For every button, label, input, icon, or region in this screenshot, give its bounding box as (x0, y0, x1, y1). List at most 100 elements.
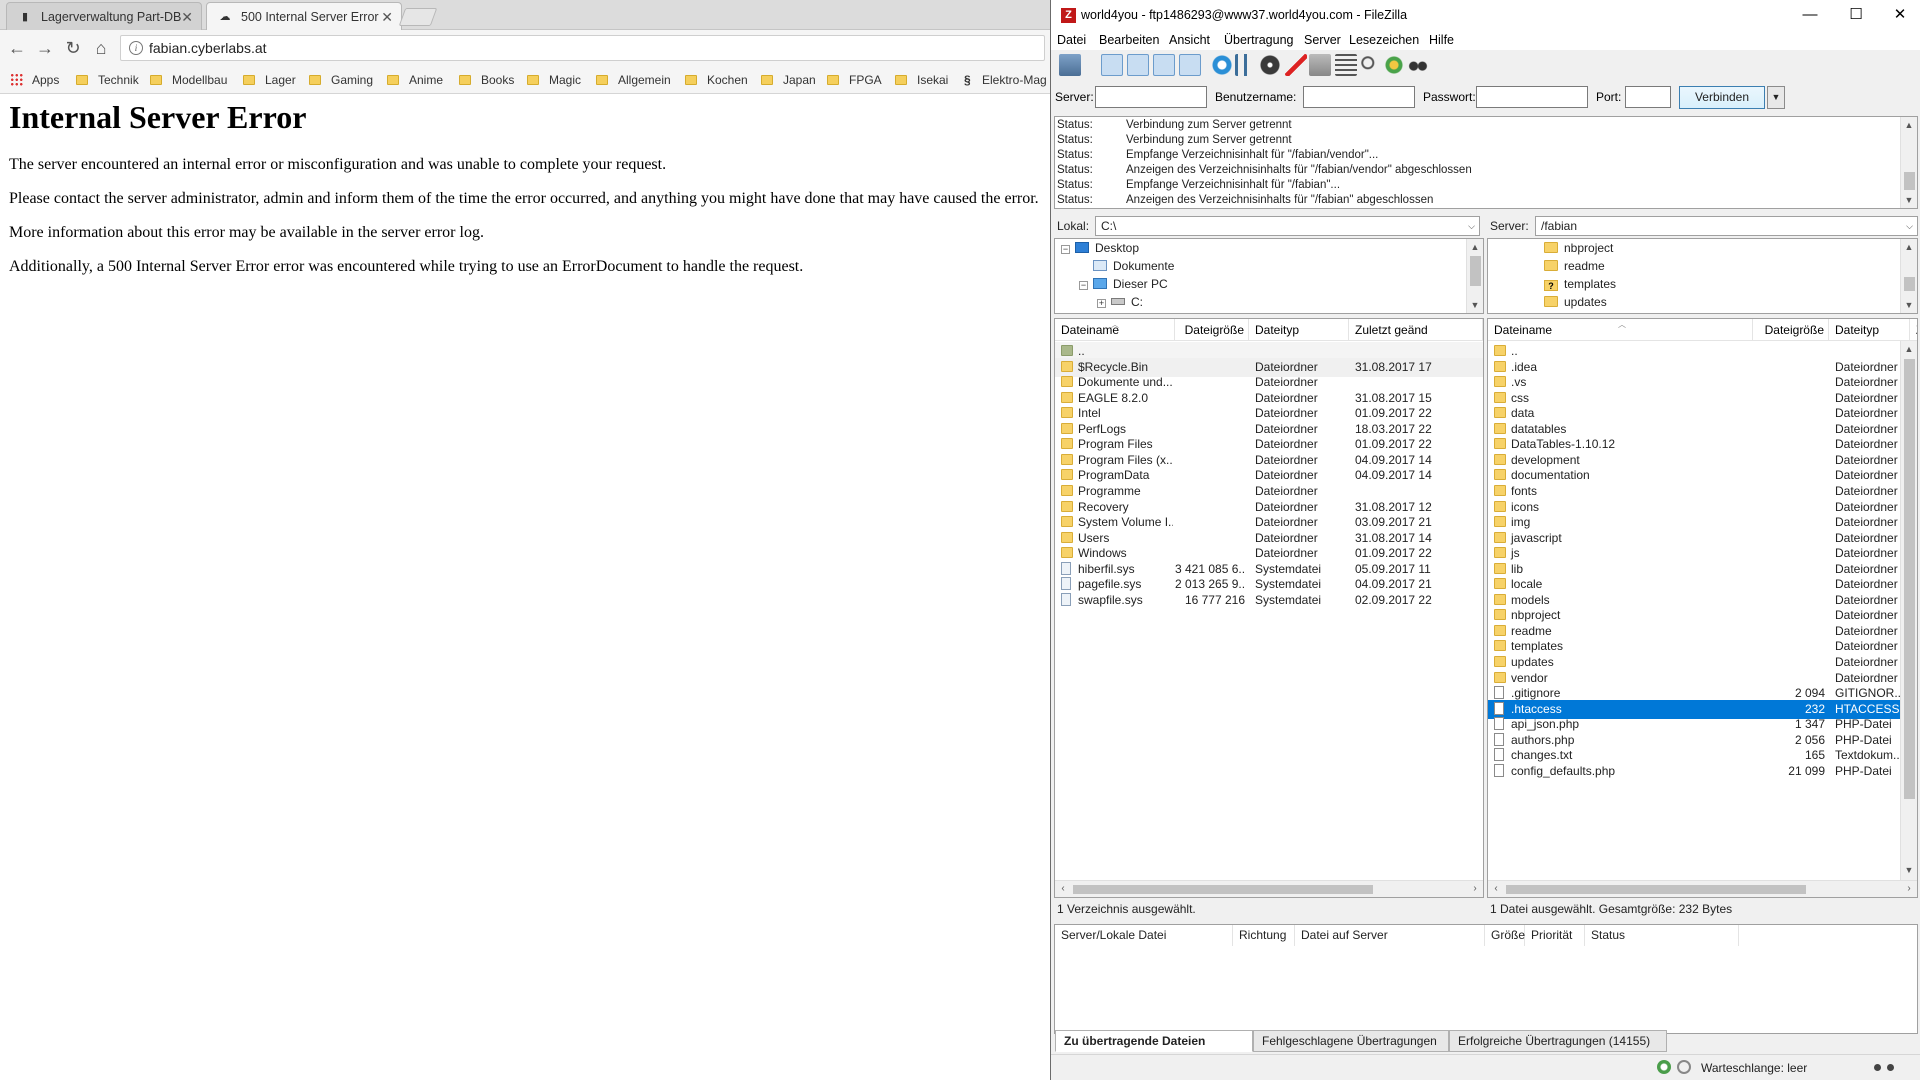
queue-column-priority[interactable]: Priorität (1525, 925, 1585, 946)
bookmark-allgemein[interactable]: Allgemein (596, 66, 671, 94)
scroll-thumb[interactable] (1470, 256, 1481, 286)
remote-hscrollbar[interactable]: ‹ › (1488, 880, 1917, 897)
forward-icon[interactable]: → (33, 36, 57, 60)
collapse-icon[interactable]: − (1079, 281, 1088, 290)
bookmark-japan[interactable]: Japan (761, 66, 816, 94)
file-row[interactable]: swapfile.sys 16 777 216 Systemdatei 02.09.2… (1055, 591, 1483, 610)
bookmark-kochen[interactable]: Kochen (685, 66, 748, 94)
menu-server[interactable]: Server (1304, 30, 1341, 50)
collapse-icon[interactable]: − (1061, 245, 1070, 254)
info-icon[interactable]: i (129, 41, 143, 55)
reconnect-icon[interactable] (1309, 54, 1331, 76)
filter-icon[interactable] (1335, 54, 1357, 76)
search-icon[interactable] (1359, 54, 1381, 76)
back-icon[interactable]: ← (5, 36, 29, 60)
bookmark-anime[interactable]: Anime (387, 66, 443, 94)
menu-lesezeichen[interactable]: Lesezeichen (1349, 30, 1419, 50)
scroll-down-icon[interactable]: ▼ (1901, 297, 1917, 313)
scroll-down-icon[interactable]: ▼ (1901, 192, 1917, 208)
username-input[interactable] (1303, 86, 1415, 108)
scroll-up-icon[interactable]: ▲ (1467, 239, 1483, 255)
bookmark-gaming[interactable]: Gaming (309, 66, 373, 94)
menu-ansicht[interactable]: Ansicht (1169, 30, 1210, 50)
scroll-left-icon[interactable]: ‹ (1055, 881, 1071, 897)
tab-successful-transfers[interactable]: Erfolgreiche Übertragungen (14155) (1449, 1030, 1667, 1052)
bookmark-magic[interactable]: Magic (527, 66, 581, 94)
scroll-up-icon[interactable]: ▲ (1901, 341, 1917, 357)
remote-vscrollbar[interactable]: ▲ ▼ (1900, 341, 1917, 880)
binoculars-icon[interactable] (1407, 54, 1429, 76)
queue-column-status[interactable]: Status (1585, 925, 1739, 946)
bookmark-apps[interactable]: Apps (10, 66, 59, 94)
bookmark-lager[interactable]: Lager (243, 66, 296, 94)
scroll-down-icon[interactable]: ▼ (1901, 862, 1917, 878)
column-header-size[interactable]: Dateigröße (1753, 319, 1829, 341)
tree-item-nbproject[interactable]: nbproject (1544, 239, 1613, 257)
tree-item-templates[interactable]: ? templates (1544, 275, 1616, 293)
column-header-size[interactable]: Dateigröße (1175, 319, 1249, 341)
address-bar[interactable]: i fabian.cyberlabs.at (120, 35, 1045, 61)
bookmark-fpga[interactable]: FPGA (827, 66, 882, 94)
bookmark-elektro-mag[interactable]: § Elektro-Mag (964, 66, 1047, 94)
tab-queued-files[interactable]: Zu übertragende Dateien (1055, 1030, 1253, 1052)
scroll-thumb[interactable] (1904, 359, 1915, 799)
menu-datei[interactable]: Datei (1057, 30, 1086, 50)
minimize-button[interactable]: — (1787, 0, 1833, 30)
scroll-thumb[interactable] (1904, 277, 1915, 291)
tree-item-dieser-pc[interactable]: Dieser PC (1093, 275, 1168, 293)
connect-button[interactable]: Verbinden (1679, 86, 1765, 109)
expand-icon[interactable]: + (1097, 299, 1106, 308)
local-hscrollbar[interactable]: ‹ › (1055, 880, 1483, 897)
local-path-input[interactable]: C:\ ⌵ (1095, 216, 1480, 236)
chevron-down-icon[interactable]: ⌵ (1468, 217, 1475, 235)
toggle-local-tree-icon[interactable] (1127, 54, 1149, 76)
bookmark-isekai[interactable]: Isekai (895, 66, 948, 94)
tree-item-c-drive[interactable]: C: (1111, 293, 1143, 311)
tab-failed-transfers[interactable]: Fehlgeschlagene Übertragungen (1253, 1030, 1449, 1052)
menu-bearbeiten[interactable]: Bearbeiten (1099, 30, 1159, 50)
queue-column-size[interactable]: Größe (1485, 925, 1525, 946)
queue-column-file[interactable]: Server/Lokale Datei (1055, 925, 1233, 946)
scroll-left-icon[interactable]: ‹ (1488, 881, 1504, 897)
tree-item-desktop[interactable]: Desktop (1075, 239, 1139, 257)
toggle-remote-tree-icon[interactable] (1153, 54, 1175, 76)
tab-lagerverwaltung[interactable]: ▮ Lagerverwaltung Part-DB ✕ (6, 2, 202, 30)
bookmark-books[interactable]: Books (459, 66, 514, 94)
password-input[interactable] (1476, 86, 1588, 108)
sync-browsing-icon[interactable] (1383, 54, 1405, 76)
server-input[interactable] (1095, 86, 1207, 108)
reload-icon[interactable]: ↻ (61, 36, 85, 60)
column-header-type[interactable]: Dateityp (1249, 319, 1349, 341)
home-icon[interactable]: ⌂ (89, 36, 113, 60)
column-header-type[interactable]: Dateityp (1829, 319, 1910, 341)
process-queue-icon[interactable] (1235, 54, 1257, 76)
scroll-down-icon[interactable]: ▼ (1467, 297, 1483, 313)
scroll-up-icon[interactable]: ▲ (1901, 239, 1917, 255)
scroll-up-icon[interactable]: ▲ (1901, 117, 1917, 133)
chevron-down-icon[interactable]: ▼ (1767, 86, 1785, 109)
close-window-button[interactable]: ✕ (1877, 0, 1920, 30)
bookmark-modellbau[interactable]: Modellbau (150, 66, 227, 94)
queue-column-direction[interactable]: Richtung (1233, 925, 1295, 946)
scroll-thumb[interactable] (1506, 885, 1806, 894)
file-row[interactable]: config_defaults.php21 099PHP-Datei05.09.… (1488, 762, 1917, 781)
tree-item-updates[interactable]: updates (1544, 293, 1607, 311)
menu-hilfe[interactable]: Hilfe (1429, 30, 1454, 50)
maximize-button[interactable]: ☐ (1833, 0, 1879, 30)
scroll-thumb[interactable] (1073, 885, 1373, 894)
disconnect-icon[interactable] (1285, 54, 1307, 76)
bookmark-technik[interactable]: Technik (76, 66, 139, 94)
log-scrollbar[interactable]: ▲ ▼ (1900, 117, 1917, 208)
refresh-icon[interactable] (1211, 54, 1233, 76)
tree-item-readme[interactable]: readme (1544, 257, 1605, 275)
remote-path-input[interactable]: /fabian ⌵ (1535, 216, 1918, 236)
chevron-down-icon[interactable]: ⌵ (1906, 217, 1913, 235)
tree-item-dokumente[interactable]: Dokumente (1093, 257, 1174, 275)
scroll-thumb[interactable] (1904, 172, 1915, 190)
new-tab-button[interactable] (398, 8, 438, 26)
scroll-right-icon[interactable]: › (1901, 881, 1917, 897)
site-manager-icon[interactable] (1059, 54, 1081, 76)
toggle-log-icon[interactable] (1101, 54, 1123, 76)
column-header-date[interactable]: Zuletzt geänd (1349, 319, 1483, 341)
toggle-queue-icon[interactable] (1179, 54, 1201, 76)
